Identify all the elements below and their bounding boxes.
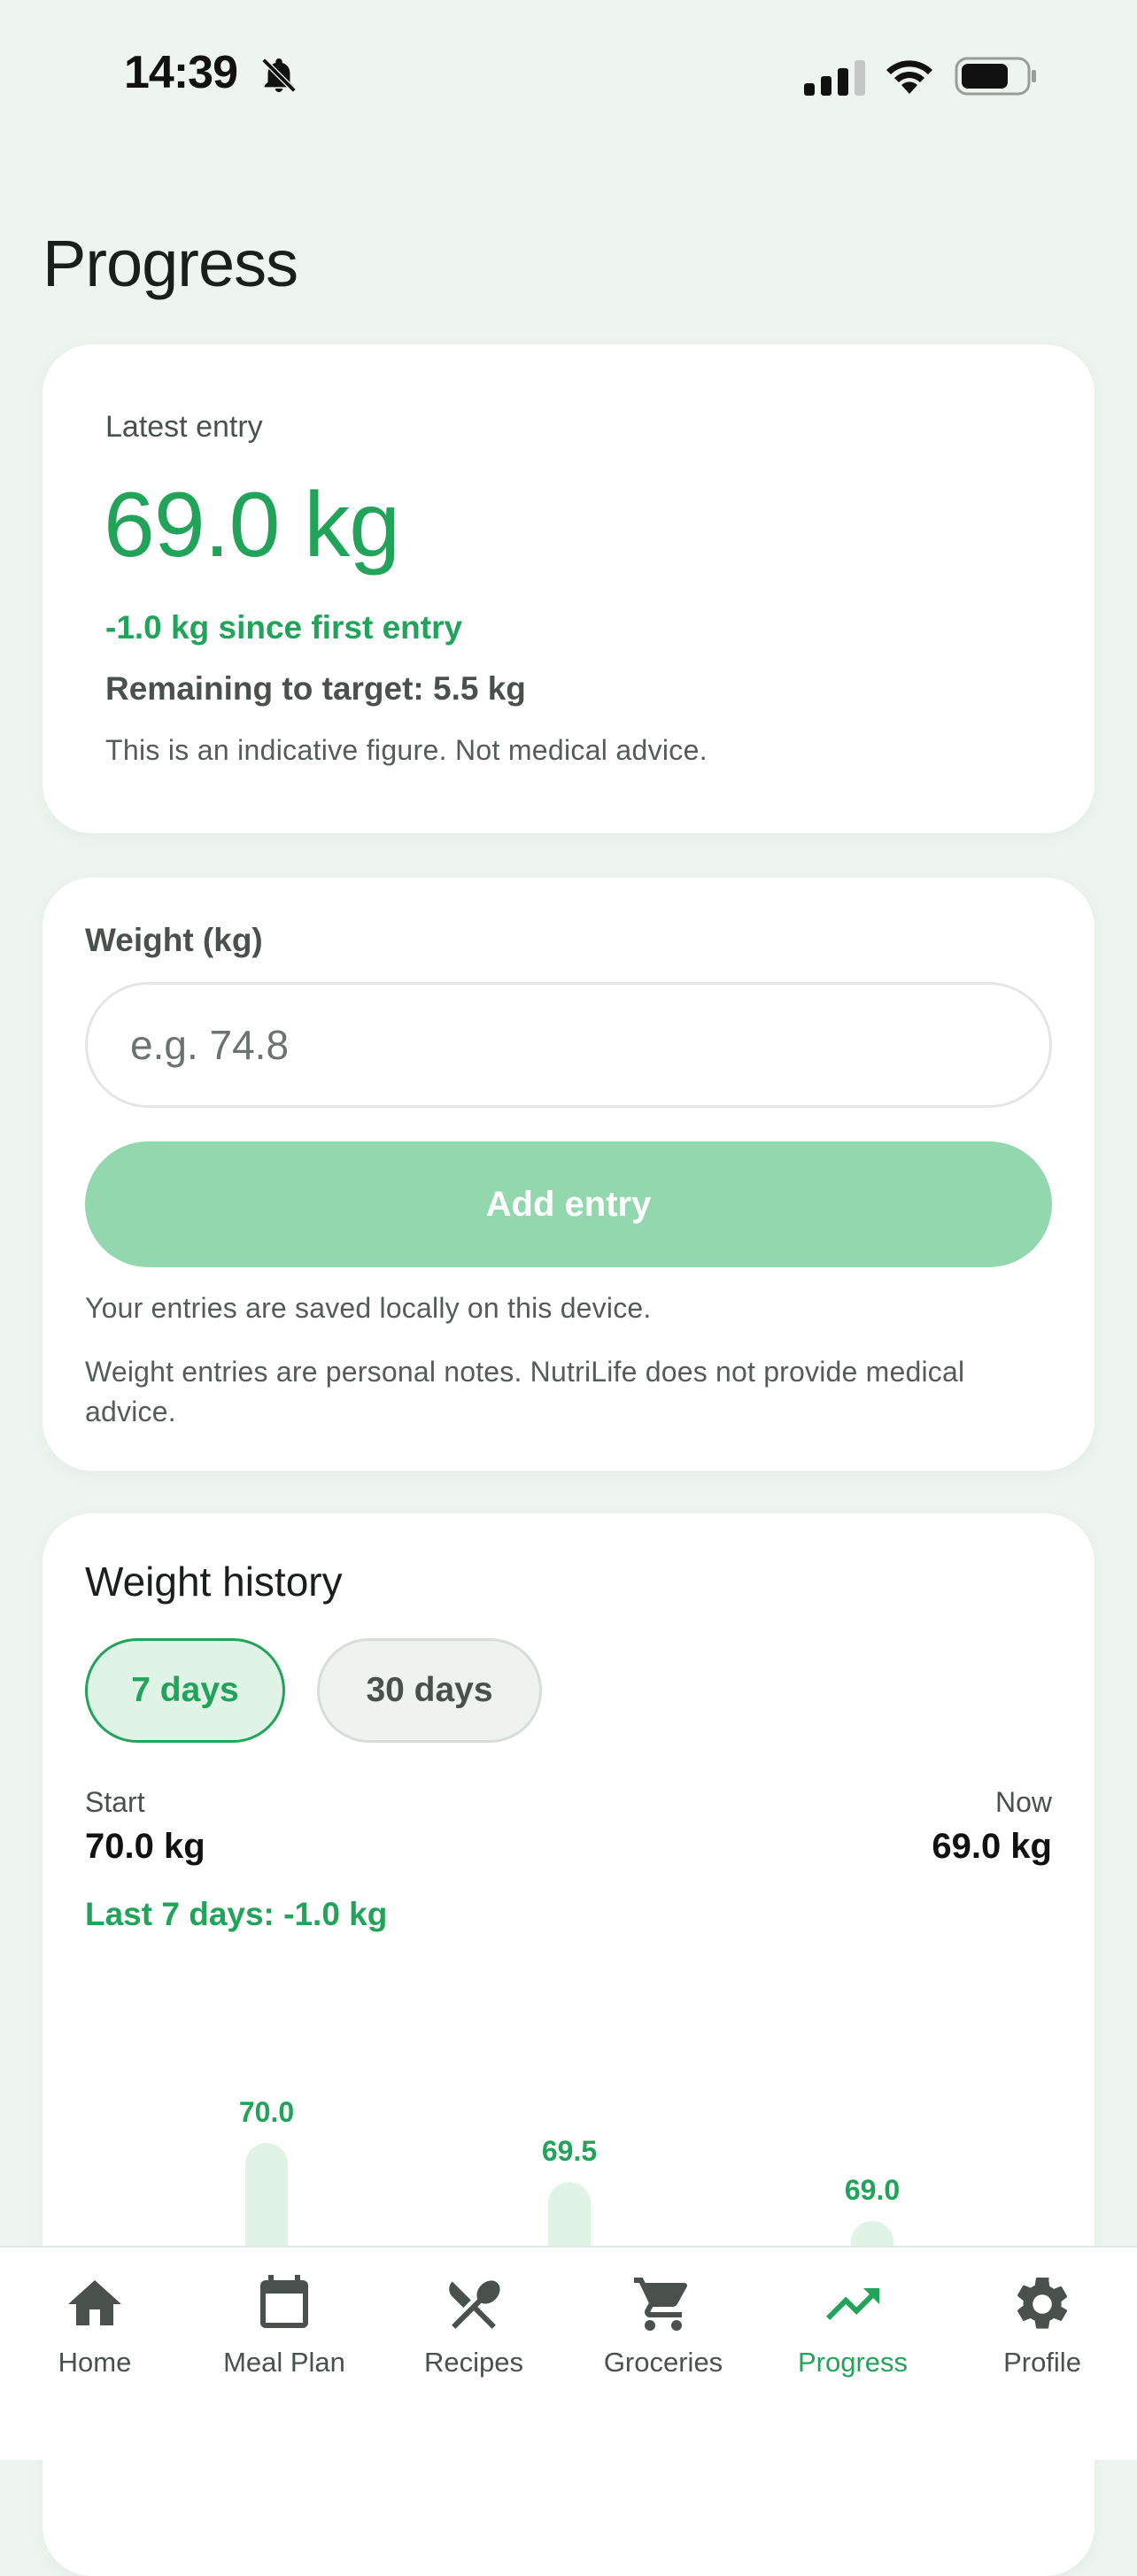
nav-item-groceries[interactable]: Groceries [568,2247,758,2407]
remaining-to-target: Remaining to target: 5.5 kg [105,670,526,707]
change-since-first: -1.0 kg since first entry [105,609,463,646]
start-label: Start [85,1786,145,1818]
latest-entry-label: Latest entry [105,410,263,444]
nav-label: Recipes [424,2347,523,2378]
chart-value-label: 70.0 [239,2096,294,2128]
page-title: Progress [43,227,298,300]
nav-item-recipes[interactable]: Recipes [379,2247,568,2407]
nav-item-progress[interactable]: Progress [758,2247,948,2407]
weight-field-label: Weight (kg) [85,922,263,958]
bell-off-icon [261,58,297,93]
latest-entry-value: 69.0 kg [104,474,400,576]
gear-icon [1017,2277,1068,2329]
add-entry-button[interactable]: Add entry [85,1141,1052,1267]
range-30-days-button[interactable]: 30 days [317,1638,542,1743]
status-bar: 14:39 [0,0,1137,151]
add-entry-card: Weight (kg) Add entry Your entries are s… [43,878,1094,1471]
nav-label: Profile [1003,2347,1081,2378]
indicative-disclaimer: This is an indicative figure. Not medica… [105,734,708,766]
nav-label: Meal Plan [223,2347,345,2378]
medical-disclaimer: Weight entries are personal notes. Nutri… [85,1356,965,1427]
status-time: 14:39 [124,47,238,98]
latest-entry-card: Latest entry 69.0 kg -1.0 kg since first… [43,344,1094,833]
calendar-icon [260,2275,308,2328]
fork-knife-icon [449,2280,500,2329]
nav-item-meal-plan[interactable]: Meal Plan [190,2247,379,2407]
nav-label: Progress [797,2347,909,2378]
now-label: Now [994,1786,1052,1818]
period-change-summary: Last 7 days: -1.0 kg [85,1896,388,1932]
nav-item-profile[interactable]: Profile [948,2247,1137,2407]
wifi-icon [886,60,932,94]
nav-label: Groceries [603,2347,723,2378]
cart-icon [634,2278,688,2331]
trending-up-icon [826,2288,879,2320]
home-icon [68,2280,121,2325]
chart-value-label: 69.0 [845,2174,900,2206]
start-value: 70.0 kg [85,1827,205,1866]
signal-icon [804,60,865,96]
saved-locally-note: Your entries are saved locally on this d… [85,1292,652,1324]
chart-value-label: 69.5 [542,2135,597,2167]
weight-history-title: Weight history [85,1559,343,1605]
weight-input[interactable] [85,982,1052,1108]
nav-item-home[interactable]: Home [0,2247,190,2407]
battery-icon [955,57,1036,96]
range-7-days-button[interactable]: 7 days [85,1638,285,1743]
now-value: 69.0 kg [932,1827,1052,1866]
nav-label: Home [58,2347,132,2378]
bottom-nav: Home Meal Plan Recipes Groceries Progres… [0,2246,1137,2460]
